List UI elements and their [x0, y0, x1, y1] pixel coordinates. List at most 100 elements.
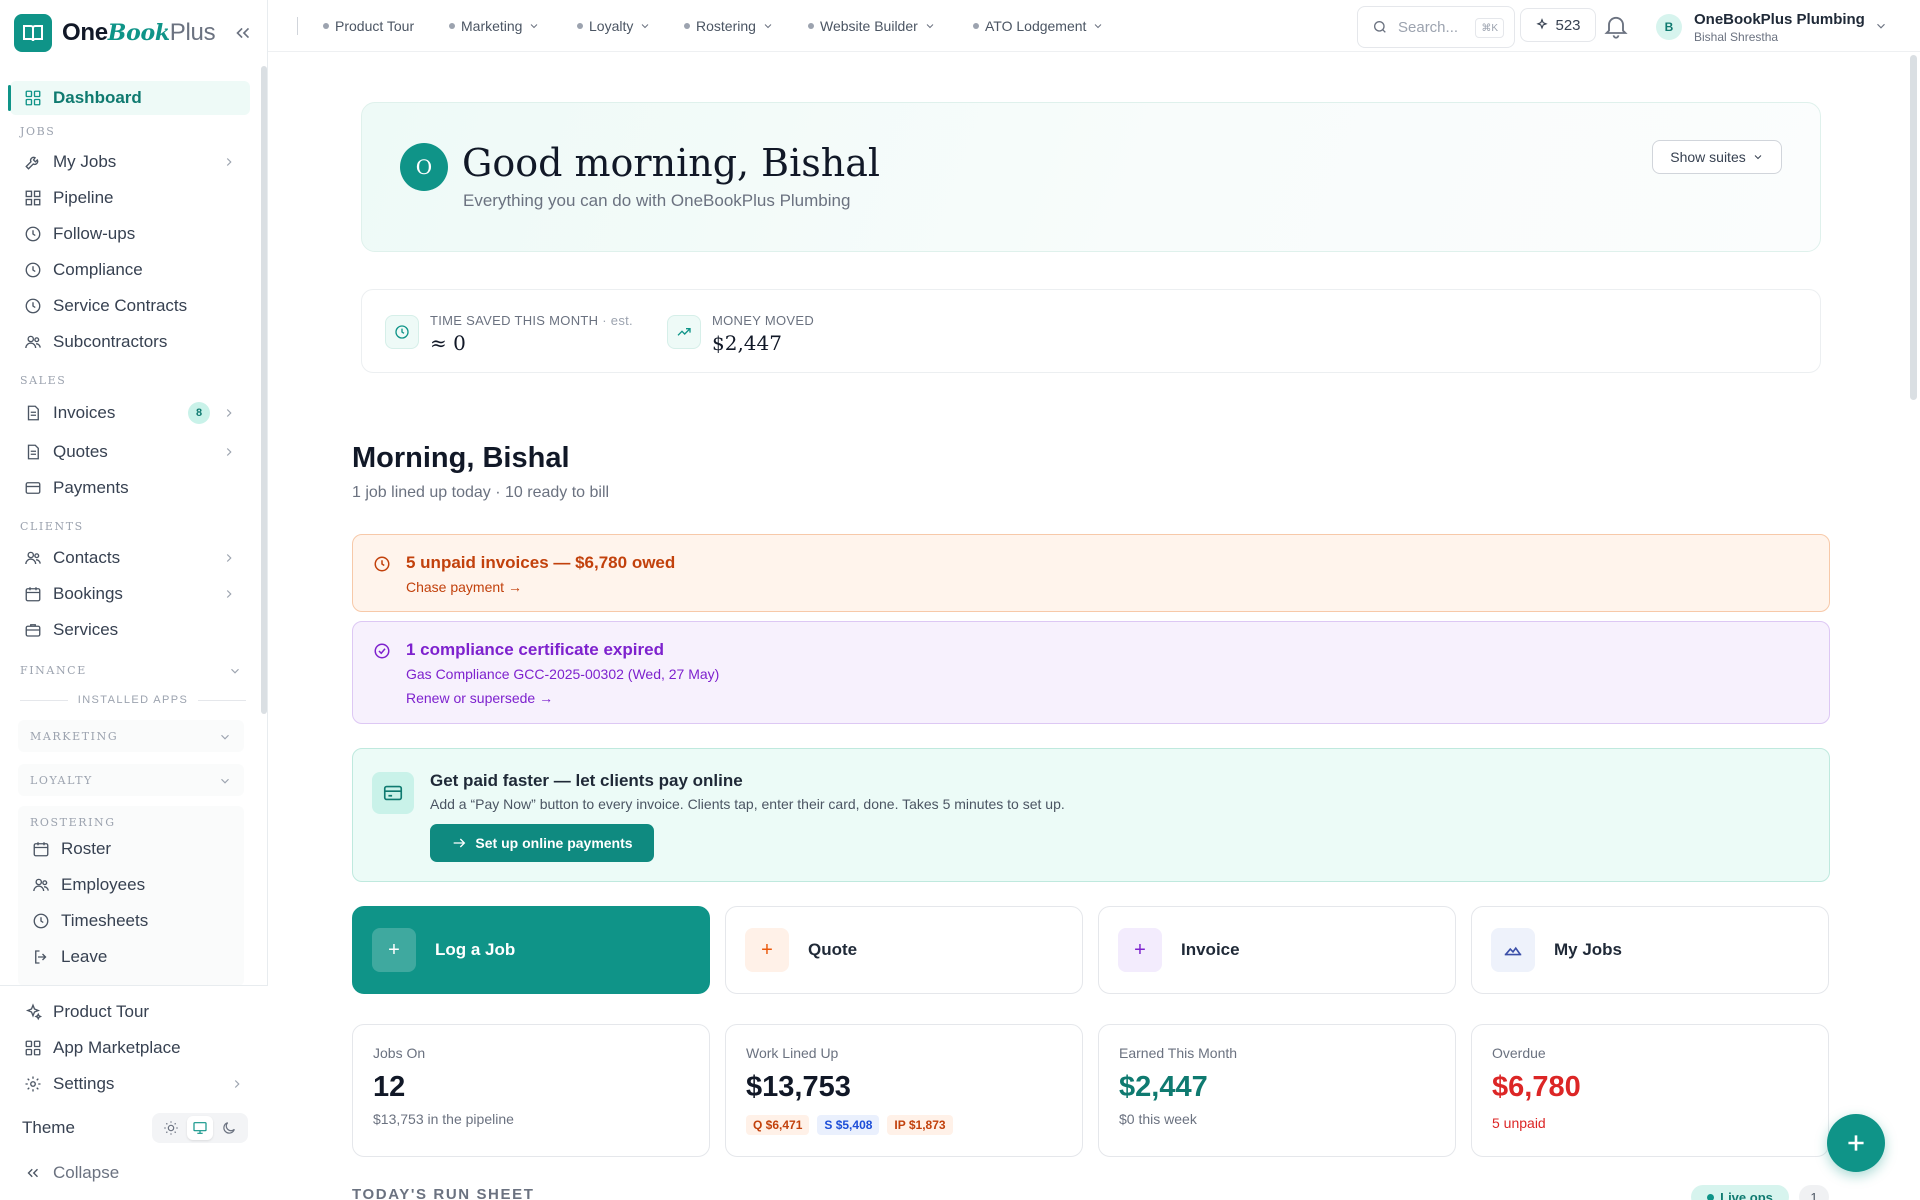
sidebar-item-label: Bookings — [53, 584, 123, 603]
installed-group-loyalty[interactable]: LOYALTY — [18, 764, 244, 796]
kpi-subtext: $0 this week — [1119, 1111, 1197, 1127]
show-suites-button[interactable]: Show suites — [1652, 140, 1782, 174]
sidebar-item-follow-ups[interactable]: Follow-ups — [10, 217, 250, 251]
quote-button[interactable]: + Quote — [725, 906, 1083, 994]
top-bar: Product Tour Marketing Loyalty Rostering… — [268, 0, 1920, 52]
search-icon — [1374, 21, 1386, 33]
suite-loyalty[interactable]: Loyalty — [577, 17, 651, 35]
add-fab-button[interactable] — [1827, 1114, 1885, 1172]
renew-link[interactable]: Renew or supersede → — [406, 690, 553, 706]
chevron-down-icon[interactable] — [228, 664, 242, 678]
users-icon — [25, 335, 41, 349]
plus-icon — [1848, 1135, 1864, 1151]
sidebar-scrollbar[interactable] — [261, 66, 267, 714]
double-chevron-left-icon[interactable] — [232, 22, 254, 44]
chevron-down-icon — [221, 734, 229, 740]
invoices-count-badge: 8 — [188, 402, 210, 424]
sidebar-item-employees[interactable]: Employees — [18, 868, 244, 902]
logo[interactable]: OneBookPlus — [14, 14, 254, 52]
sidebar-item-invoices[interactable]: Invoices 8 — [10, 396, 250, 430]
chevron-down-icon[interactable] — [1874, 19, 1888, 33]
suite-marketing[interactable]: Marketing — [449, 17, 540, 35]
status-dot — [1707, 1193, 1715, 1200]
sidebar-item-quotes[interactable]: Quotes — [10, 435, 250, 469]
kpi-value: $2,447 — [1119, 1071, 1208, 1103]
sun-icon[interactable] — [158, 1116, 184, 1140]
section-title: Morning, Bishal — [352, 442, 570, 474]
suite-rostering[interactable]: Rostering — [684, 17, 774, 35]
chevron-down-icon — [221, 778, 229, 784]
clock-icon — [33, 913, 49, 929]
calendar-icon — [25, 587, 41, 602]
sidebar-item-services[interactable]: Services — [10, 613, 250, 647]
section-label-finance[interactable]: FINANCE — [20, 664, 87, 677]
sidebar-item-settings[interactable]: Settings — [10, 1067, 250, 1101]
monitor-icon[interactable] — [186, 1116, 213, 1140]
moon-icon[interactable] — [216, 1116, 242, 1140]
sidebar-item-timesheets[interactable]: Timesheets — [18, 904, 244, 938]
sidebar-item-label: Payments — [53, 478, 129, 497]
sidebar-collapse-button[interactable]: Collapse — [10, 1156, 250, 1190]
alert-title: 1 compliance certificate expired — [406, 640, 664, 659]
installed-group-marketing[interactable]: MARKETING — [18, 720, 244, 752]
invoice-button[interactable]: + Invoice — [1098, 906, 1456, 994]
sidebar-item-pipeline[interactable]: Pipeline — [10, 181, 250, 215]
document-icon — [27, 405, 39, 421]
section-label-clients: CLIENTS — [20, 520, 84, 533]
credits-button[interactable]: 523 — [1520, 8, 1596, 42]
section-label-jobs: JOBS — [20, 125, 56, 138]
chase-payment-link[interactable]: Chase payment → — [406, 579, 522, 595]
kpi-work-lined-up[interactable]: Work Lined Up $13,753 Q $6,471 S $5,408 … — [725, 1024, 1083, 1157]
chevron-right-icon — [234, 1080, 240, 1088]
kanban-icon — [25, 190, 41, 206]
plus-icon: + — [745, 928, 789, 972]
sidebar-item-label: Leave — [61, 947, 108, 966]
sidebar-item-payments[interactable]: Payments — [10, 471, 250, 505]
kpi-earned-this-month[interactable]: Earned This Month $2,447 $0 this week — [1098, 1024, 1456, 1157]
setup-payments-button[interactable]: Set up online payments — [430, 824, 654, 862]
credit-card-icon — [372, 772, 414, 814]
sidebar-item-label: Invoices — [53, 403, 116, 422]
sidebar-item-product-tour[interactable]: Product Tour — [10, 995, 250, 1029]
sidebar-item-label: Follow-ups — [53, 224, 136, 243]
kpi-value: 12 — [373, 1071, 406, 1103]
divider — [297, 17, 298, 35]
chevron-right-icon — [226, 409, 232, 417]
suite-website-builder[interactable]: Website Builder — [808, 17, 936, 35]
clock-icon — [374, 556, 390, 572]
sidebar-item-app-marketplace[interactable]: App Marketplace — [10, 1031, 250, 1065]
theme-toggle — [152, 1113, 248, 1143]
sidebar-item-dashboard[interactable]: Dashboard — [8, 81, 250, 115]
suite-ato-lodgement[interactable]: ATO Lodgement — [973, 17, 1104, 35]
suite-product-tour[interactable]: Product Tour — [323, 17, 414, 35]
section-label-sales: SALES — [20, 374, 67, 387]
sidebar-item-label: Contacts — [53, 548, 121, 567]
page-title: Good morning, Bishal — [462, 141, 881, 185]
clock-icon — [25, 262, 41, 278]
sidebar-item-service-contracts[interactable]: Service Contracts — [10, 289, 250, 323]
sidebar-item-subcontractors[interactable]: Subcontractors — [10, 325, 250, 359]
avatar[interactable]: B — [1656, 14, 1682, 40]
my-jobs-button[interactable]: My Jobs — [1471, 906, 1829, 994]
log-job-button[interactable]: + Log a Job — [352, 906, 710, 994]
sidebar-item-my-jobs[interactable]: My Jobs — [10, 145, 250, 179]
plus-icon: + — [372, 928, 416, 972]
bell-icon[interactable] — [1602, 11, 1630, 41]
page-scrollbar[interactable] — [1910, 55, 1917, 400]
sidebar-item-bookings[interactable]: Bookings — [10, 577, 250, 611]
promo-title: Get paid faster — let clients pay online — [430, 771, 743, 790]
greeting-card: O Good morning, Bishal Everything you ca… — [361, 102, 1821, 252]
sidebar-item-label: Product Tour — [53, 1002, 150, 1021]
sidebar-item-roster[interactable]: Roster — [18, 832, 244, 866]
search-input[interactable]: Search... ⌘K — [1357, 6, 1515, 48]
account-name[interactable]: OneBookPlus Plumbing — [1694, 11, 1865, 28]
alert-title: 5 unpaid invoices — $6,780 owed — [406, 553, 676, 572]
sidebar-item-leave[interactable]: Leave — [18, 940, 244, 974]
live-ops-badge[interactable]: Live ops — [1691, 1185, 1789, 1200]
kpi-overdue[interactable]: Overdue $6,780 5 unpaid — [1471, 1024, 1829, 1157]
kpi-jobs-on[interactable]: Jobs On 12 $13,753 in the pipeline — [352, 1024, 710, 1157]
sidebar-item-contacts[interactable]: Contacts — [10, 541, 250, 575]
book-logo-icon — [14, 14, 52, 52]
sidebar-item-compliance[interactable]: Compliance — [10, 253, 250, 287]
chevron-down-icon — [642, 24, 649, 29]
